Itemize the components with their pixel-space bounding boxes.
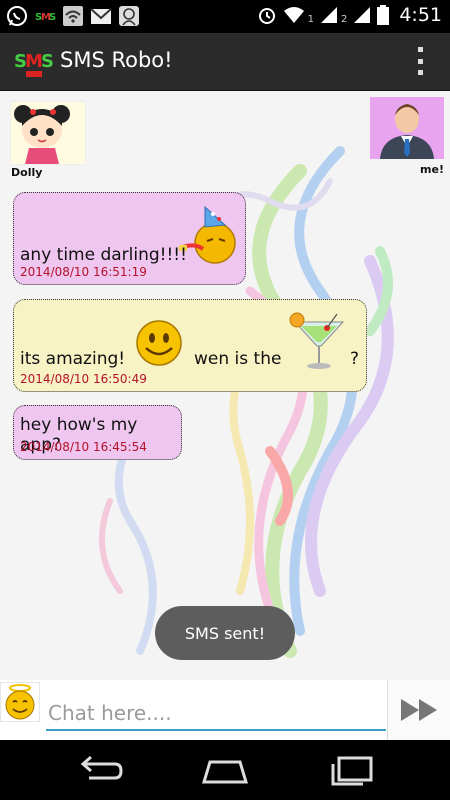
toast-notification: SMS sent! xyxy=(155,606,295,660)
status-bar: S M S 1 2 4:51 xyxy=(0,0,450,33)
smiley-emoji-icon xyxy=(136,320,182,366)
chat-input[interactable] xyxy=(46,697,386,731)
girl-avatar-icon xyxy=(14,105,70,164)
angel-smiley-icon[interactable] xyxy=(0,682,40,722)
battery-icon xyxy=(377,5,390,25)
composer-bar xyxy=(0,680,450,740)
menu-dot xyxy=(417,58,423,64)
home-icon[interactable] xyxy=(200,754,250,786)
chat-area[interactable]: Dolly me! any time darling!!!! 2014/08/1… xyxy=(0,91,450,680)
action-bar: S M S SMS Robo! xyxy=(0,33,450,92)
sms-robo-icon: S M S xyxy=(35,12,56,23)
message-timestamp: 2014/08/10 16:45:54 xyxy=(20,440,147,454)
whatsapp-icon xyxy=(7,6,27,26)
recents-icon[interactable] xyxy=(327,754,377,786)
back-icon[interactable] xyxy=(75,754,125,786)
message-timestamp: 2014/08/10 16:51:19 xyxy=(20,265,147,279)
message-text-part: its amazing! xyxy=(20,349,126,369)
sim1-label: 1 xyxy=(307,13,314,25)
message-bubble[interactable]: its amazing! wen is the ? 2014/08/10 16:… xyxy=(13,299,367,392)
businessman-avatar-icon xyxy=(380,104,434,159)
signal-icon xyxy=(354,7,371,23)
svg-text:S: S xyxy=(41,51,54,72)
contact-name: Dolly xyxy=(11,166,43,179)
message-text-part: wen is the xyxy=(194,349,282,369)
message-timestamp: 2014/08/10 16:50:49 xyxy=(20,372,147,386)
gmail-icon xyxy=(90,8,112,24)
alarm-icon xyxy=(258,8,275,24)
wifi-notification-icon xyxy=(63,6,83,26)
sim2-label: 2 xyxy=(340,13,348,25)
clock: 4:51 xyxy=(399,4,442,26)
bitmoji-icon xyxy=(119,6,139,26)
menu-dot xyxy=(417,47,423,52)
wifi-icon xyxy=(283,7,304,23)
contact-avatar[interactable] xyxy=(10,101,86,165)
signal-icon xyxy=(320,7,337,23)
cocktail-icon xyxy=(289,312,345,369)
send-button[interactable] xyxy=(387,680,450,740)
message-text-part: ? xyxy=(350,349,360,369)
sms-robo-logo-icon: S M S xyxy=(14,51,54,77)
overflow-menu-icon[interactable] xyxy=(416,47,424,75)
svg-text:S: S xyxy=(49,12,56,23)
navigation-bar xyxy=(0,740,450,800)
notification-icons: S M S xyxy=(6,5,140,27)
message-bubble[interactable]: any time darling!!!! 2014/08/10 16:51:19 xyxy=(13,192,246,285)
message-bubble[interactable]: hey how's my app? 2014/08/10 16:45:54 xyxy=(13,405,182,460)
app-title: SMS Robo! xyxy=(60,48,173,72)
me-avatar[interactable] xyxy=(370,97,444,159)
message-text: any time darling!!!! xyxy=(20,245,187,265)
menu-dot xyxy=(417,70,423,75)
me-name: me! xyxy=(420,163,444,176)
system-status: 1 2 4:51 xyxy=(257,4,442,26)
send-icon xyxy=(401,699,437,721)
